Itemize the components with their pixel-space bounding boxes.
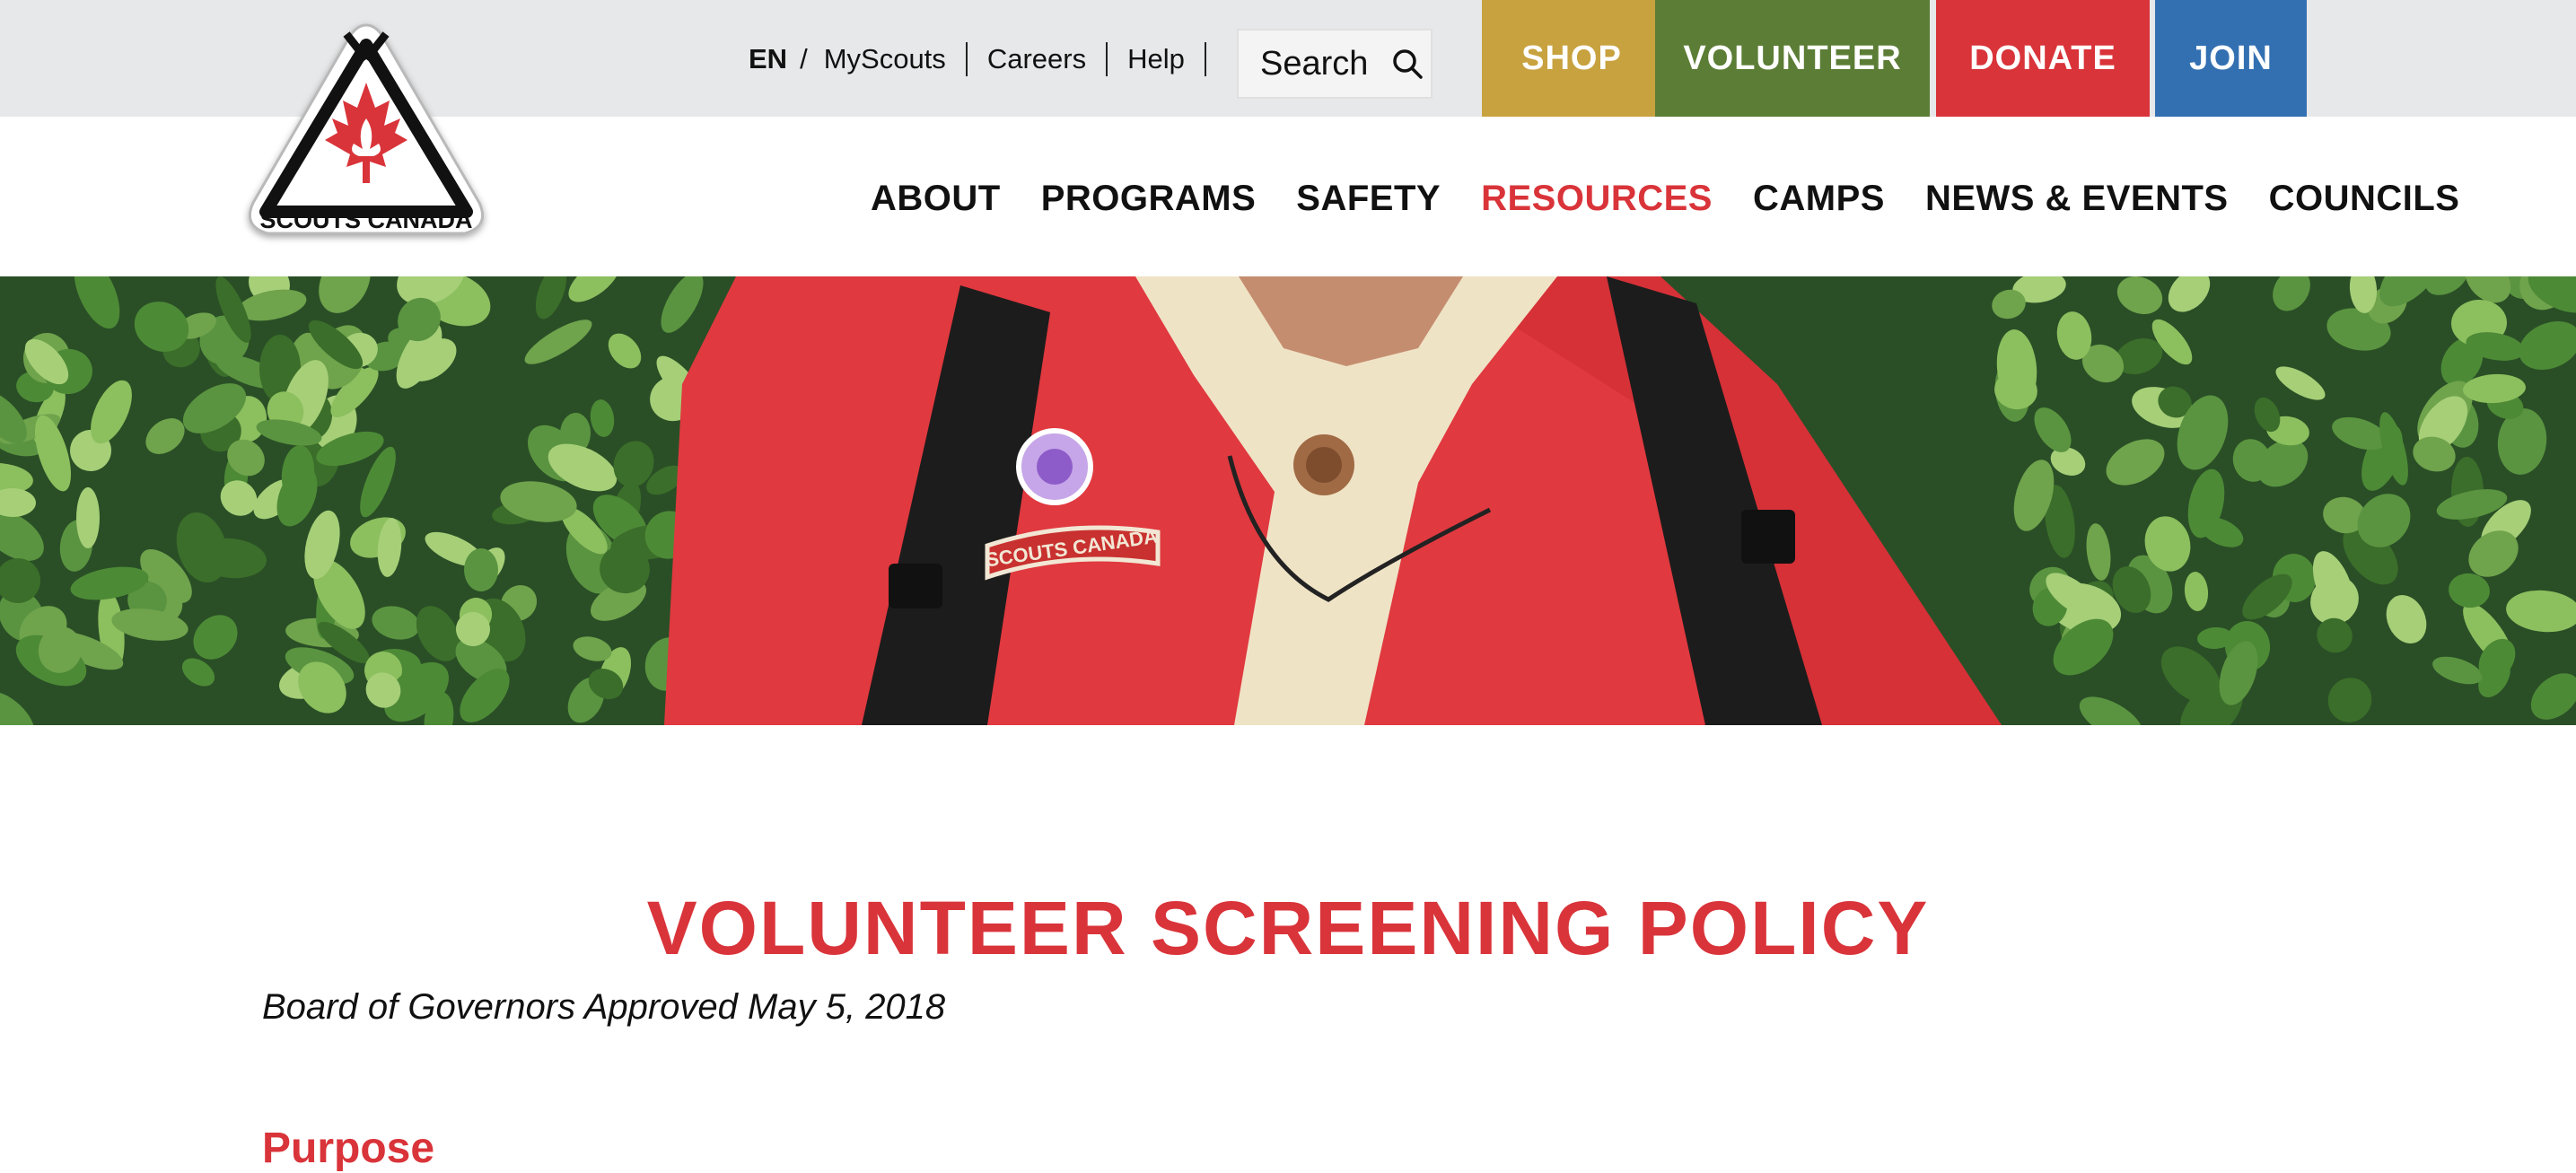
donate-button[interactable]: DONATE: [1936, 0, 2150, 117]
leaf: [76, 487, 100, 548]
nav-item-councils[interactable]: COUNCILS: [2269, 179, 2460, 219]
divider: [1106, 42, 1108, 76]
language-link-en[interactable]: EN: [749, 43, 787, 75]
nav-item-news-events[interactable]: NEWS & EVENTS: [1925, 179, 2229, 219]
volunteer-button[interactable]: VOLUNTEER: [1655, 0, 1930, 117]
nav-item-about[interactable]: ABOUT: [871, 179, 1001, 219]
myscouts-link[interactable]: MyScouts: [824, 43, 946, 75]
nav-item-resources[interactable]: RESOURCES: [1481, 179, 1713, 219]
nav-item-programs[interactable]: PROGRAMS: [1041, 179, 1257, 219]
leaf: [464, 548, 498, 591]
section-heading-purpose: Purpose: [262, 1125, 435, 1172]
scouts-canada-logo[interactable]: SCOUTS CANADA: [241, 18, 492, 253]
utility-links: EN / MyScouts Careers Help: [749, 41, 1226, 77]
hero-image: SCOUTS CANADA: [0, 276, 2576, 725]
page-title: VOLUNTEER SCREENING POLICY: [646, 886, 1930, 971]
divider: [1204, 42, 1206, 76]
main-nav: ABOUT PROGRAMS SAFETY RESOURCES CAMPS NE…: [871, 176, 2459, 221]
join-button[interactable]: JOIN: [2155, 0, 2307, 117]
search-label: Search: [1260, 44, 1369, 83]
nav-item-camps[interactable]: CAMPS: [1753, 179, 1885, 219]
search-icon: [1391, 48, 1424, 80]
shop-button[interactable]: SHOP: [1482, 0, 1661, 117]
help-link[interactable]: Help: [1127, 43, 1185, 75]
language-separator: /: [800, 43, 808, 74]
approval-note: Board of Governors Approved May 5, 2018: [262, 987, 946, 1027]
nav-item-safety[interactable]: SAFETY: [1296, 179, 1441, 219]
search-button[interactable]: Search: [1237, 29, 1433, 99]
divider: [965, 42, 968, 76]
logo-text: SCOUTS CANADA: [259, 206, 472, 233]
careers-link[interactable]: Careers: [987, 43, 1086, 75]
